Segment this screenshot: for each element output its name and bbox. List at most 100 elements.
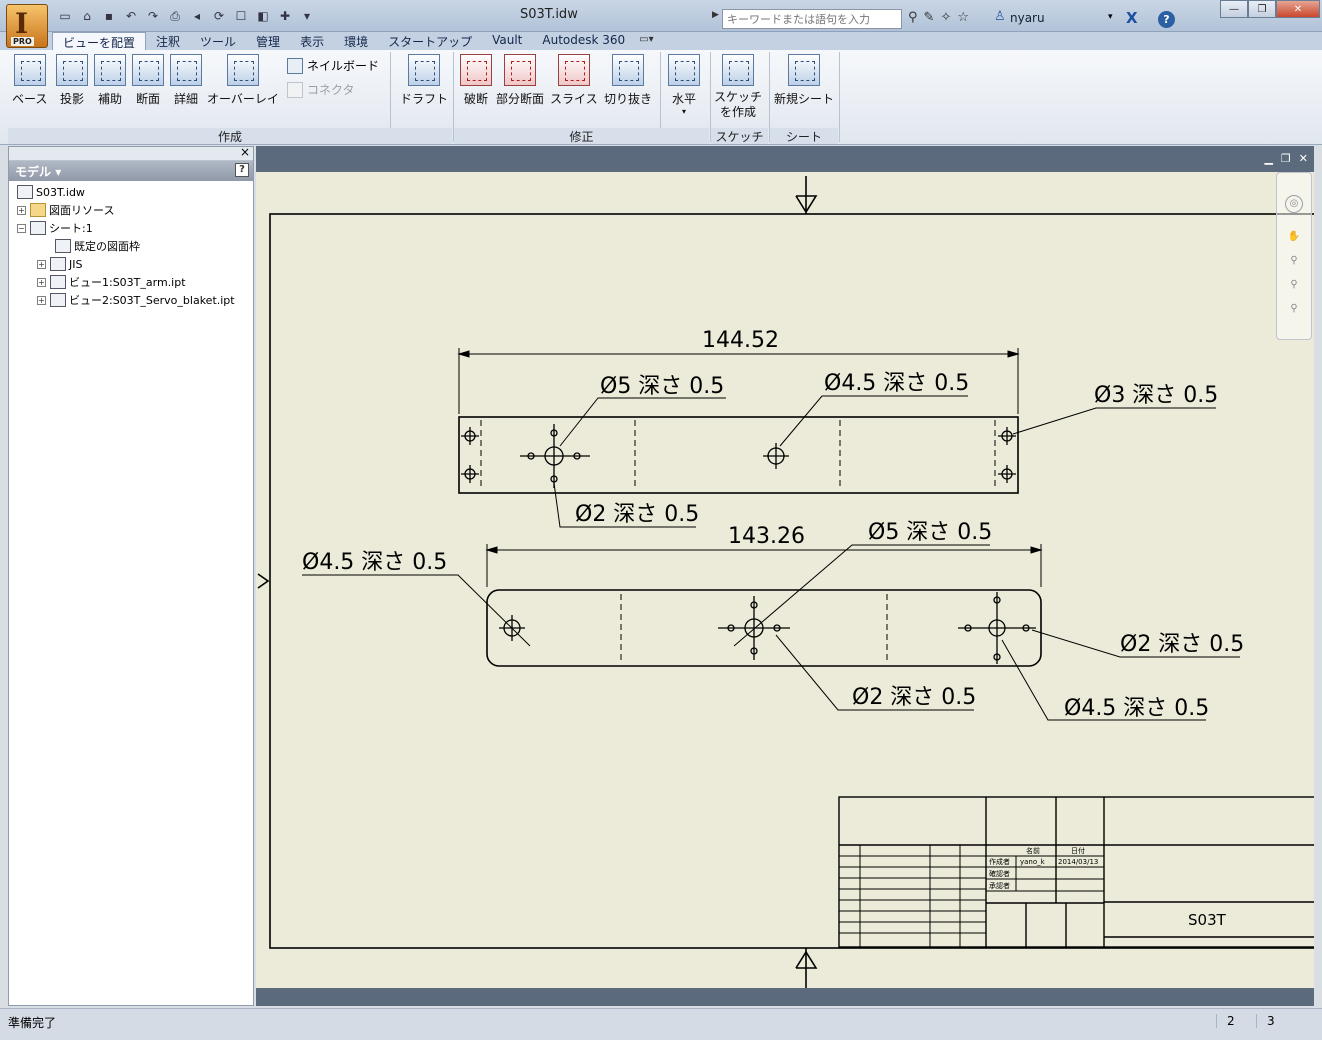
tree-label: 図面リソース [49,204,115,217]
expand-icon[interactable]: + [37,259,46,269]
tab-autodesk-360[interactable]: Autodesk 360 [532,32,635,50]
print-icon[interactable]: ⎙ [166,8,184,24]
crop-button[interactable]: 切り抜き [604,54,652,107]
material-icon[interactable]: ◧ [254,8,272,24]
help-icon[interactable]: ? [1158,11,1175,28]
overlay-view-button[interactable]: オーバーレイ [207,54,279,107]
expand-icon[interactable]: + [37,295,46,305]
tree-item-title-block[interactable]: + JIS [37,255,82,273]
tab-tools[interactable]: ツール [190,32,246,50]
subscription-icon[interactable]: ✧ [940,10,951,25]
undo-icon[interactable]: ↶ [122,8,140,24]
wrench-icon[interactable]: ✎ [924,10,935,25]
collapse-icon[interactable]: − [17,223,26,233]
callout-bottom-mid2[interactable]: Ø2 深さ 0.5 [852,685,976,710]
user-name[interactable]: nyaru [1010,11,1045,25]
title-block[interactable] [838,796,1314,948]
maximize-icon[interactable]: ❐ [1248,0,1276,18]
measure-icon[interactable]: ✚ [276,8,294,24]
panel-label-modify: 修正 [454,128,709,144]
zoom-all-icon[interactable]: ⚲ [1285,277,1303,295]
draft-view-label: ドラフト [400,92,449,106]
callout-bottom-hole5[interactable]: Ø5 深さ 0.5 [868,520,992,545]
new-sheet-button[interactable]: 新規シート [774,54,834,107]
create-sketch-button[interactable]: スケッチ を作成 [714,54,762,120]
connector-button[interactable]: コネクタ [287,81,355,98]
expand-icon[interactable]: + [17,205,26,215]
nailboard-button[interactable]: ネイルボード [287,57,379,74]
favorites-star-icon[interactable]: ☆ [957,10,969,25]
crop-icon [612,54,644,86]
properties-icon[interactable]: ☐ [232,8,250,24]
update-icon[interactable]: ⟳ [210,8,228,24]
drawing-sheet[interactable]: 144.52 Ø5 深さ 0.5 Ø4.5 深さ 0.5 Ø3 深さ 0.5 Ø… [256,172,1314,988]
search-input[interactable] [722,9,902,29]
binoculars-icon[interactable]: ⚲ [908,10,918,25]
callout-top-hole5[interactable]: Ø5 深さ 0.5 [600,374,724,399]
detail-view-button[interactable]: 詳細 [170,54,202,107]
minimize-icon[interactable]: ▁ [1264,152,1272,165]
browser-header-label: モデル [15,165,52,179]
connector-label: コネクタ [307,83,355,97]
open-file-icon[interactable]: ⌂ [78,8,96,24]
break-out-button[interactable]: 部分断面 [496,54,544,107]
dimension-top-value[interactable]: 144.52 [702,328,779,353]
tree-item-drawing-resources[interactable]: + 図面リソース [17,201,114,219]
callout-top-hole45[interactable]: Ø4.5 深さ 0.5 [824,371,969,396]
browser-header[interactable]: モデル ▾ ? [9,161,253,181]
restore-icon[interactable]: ❐ [1281,152,1291,165]
tab-environments[interactable]: 環境 [334,32,378,50]
title-block-checker-label: 確認者 [989,869,1010,878]
close-icon[interactable]: × [240,145,250,159]
section-view-button[interactable]: 断面 [132,54,164,107]
connector-icon [287,81,303,98]
close-icon[interactable]: ✕ [1299,152,1308,165]
exchange-apps-icon[interactable]: X [1126,9,1138,27]
steering-wheel-icon[interactable]: ◎ [1285,195,1303,213]
tree-item-view-1[interactable]: + ビュー1:S03T_arm.ipt [37,273,186,291]
new-file-icon[interactable]: ▭ [56,8,74,24]
base-view-button[interactable]: ベース [12,54,47,107]
auxiliary-view-button[interactable]: 補助 [94,54,126,107]
tree-item-document[interactable]: S03T.idw [17,183,85,201]
tree-item-default-border[interactable]: 既定の図面枠 [55,237,140,255]
redo-icon[interactable]: ↷ [144,8,162,24]
callout-top-hole2[interactable]: Ø2 深さ 0.5 [575,502,699,527]
search-expand-icon[interactable]: ▶ [712,10,719,20]
slice-button[interactable]: スライス [550,54,598,107]
tab-place-views[interactable]: ビューを配置 [52,32,147,50]
tab-annotate[interactable]: 注釈 [146,32,190,50]
horizontal-button[interactable]: 水平 ▾ [668,54,700,116]
dimension-bottom-value[interactable]: 143.26 [728,524,805,549]
callout-bottom-right45[interactable]: Ø4.5 深さ 0.5 [1064,696,1209,721]
tree-item-view-2[interactable]: + ビュー2:S03T_Servo_blaket.ipt [37,291,235,309]
sketch-icon [722,54,754,86]
customize-qat-icon[interactable]: ▾ [298,8,316,24]
help-icon[interactable]: ? [235,163,249,177]
expand-icon[interactable]: + [37,277,46,287]
tree-item-sheet-1[interactable]: − シート:1 [17,219,93,237]
callout-bottom-right2[interactable]: Ø2 深さ 0.5 [1120,632,1244,657]
projected-view-button[interactable]: 投影 [56,54,88,107]
application-menu-button[interactable]: I PRO [6,4,48,48]
zoom-window-icon[interactable]: ⚲ [1285,301,1303,319]
nailboard-icon [287,57,303,74]
return-icon[interactable]: ◂ [188,8,206,24]
callout-top-hole3[interactable]: Ø3 深さ 0.5 [1094,383,1218,408]
break-button[interactable]: 破断 [460,54,492,107]
chevron-down-icon[interactable]: ▾ [1108,12,1113,22]
save-icon[interactable]: ▪ [100,8,118,24]
minimize-icon[interactable]: — [1220,0,1248,18]
callout-bottom-left45[interactable]: Ø4.5 深さ 0.5 [302,550,447,575]
folder-icon [30,203,46,217]
close-icon[interactable]: ✕ [1276,0,1320,18]
tab-manage[interactable]: 管理 [246,32,290,50]
ribbon-minimize-icon[interactable]: ▭▾ [639,32,653,50]
tab-vault[interactable]: Vault [482,32,532,50]
pan-icon[interactable]: ✋ [1285,229,1303,247]
tab-get-started[interactable]: スタートアップ [378,32,482,50]
auxiliary-view-label: 補助 [97,92,122,106]
zoom-icon[interactable]: ⚲ [1285,253,1303,271]
draft-view-button[interactable]: ドラフト [400,54,448,107]
tab-view[interactable]: 表示 [290,32,334,50]
